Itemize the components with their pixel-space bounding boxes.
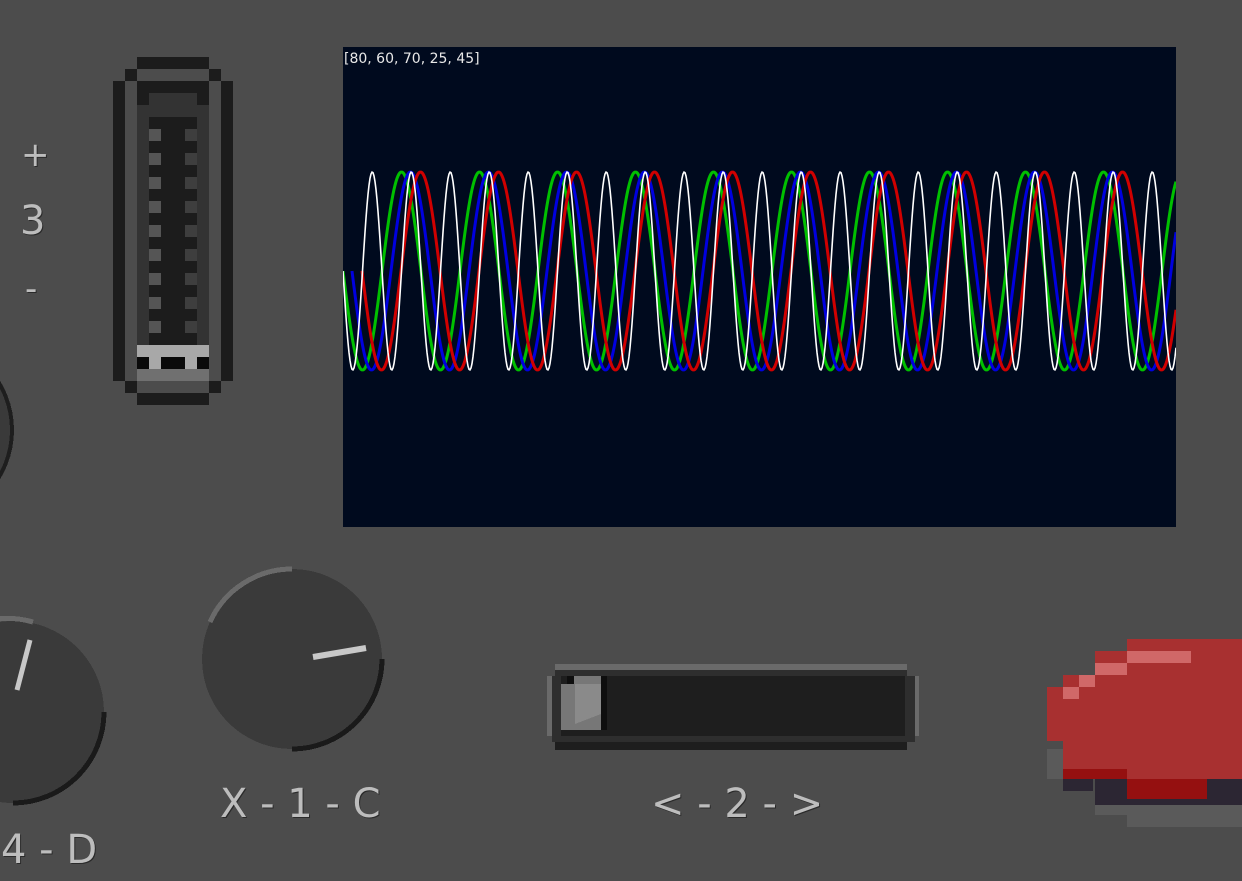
horizontal-slider-label: < - 2 - >: [651, 781, 824, 827]
horizontal-slider[interactable]: [547, 664, 919, 750]
knob-edge-partial[interactable]: [0, 370, 20, 490]
slider-tick: [149, 297, 161, 309]
knob-4-d[interactable]: [0, 612, 115, 812]
slider-tick: [185, 225, 197, 237]
slider-tick: [149, 321, 161, 333]
slider-tick: [149, 153, 161, 165]
slider-tick: [185, 177, 197, 189]
vertical-slider-handle[interactable]: [137, 345, 209, 381]
slider-tick: [185, 129, 197, 141]
slider-tick: [149, 225, 161, 237]
vertical-slider[interactable]: [113, 57, 233, 405]
vertical-slider-minus[interactable]: -: [25, 272, 37, 306]
slider-tick: [185, 249, 197, 261]
slider-tick: [185, 153, 197, 165]
knob-x-1-c[interactable]: [195, 562, 390, 757]
horizontal-slider-thumb[interactable]: [561, 676, 607, 730]
vertical-slider-plus[interactable]: +: [21, 138, 50, 172]
slider-tick: [149, 177, 161, 189]
oscilloscope-display: [80, 60, 70, 25, 45]: [343, 47, 1176, 527]
slider-tick: [149, 201, 161, 213]
knob-x-1-c-label: X - 1 - C: [220, 781, 381, 827]
scope-waveforms: [343, 170, 1176, 372]
vertical-slider-value: 3: [20, 198, 46, 244]
red-push-button[interactable]: [1047, 639, 1242, 829]
trace-blue: [350, 170, 1176, 372]
slider-tick: [149, 249, 161, 261]
slider-tick: [149, 273, 161, 285]
slider-tick: [185, 201, 197, 213]
slider-tick: [185, 273, 197, 285]
slider-tick: [149, 129, 161, 141]
slider-tick: [185, 297, 197, 309]
slider-tick: [185, 321, 197, 333]
knob-4-d-label: 4 - D: [1, 827, 98, 873]
